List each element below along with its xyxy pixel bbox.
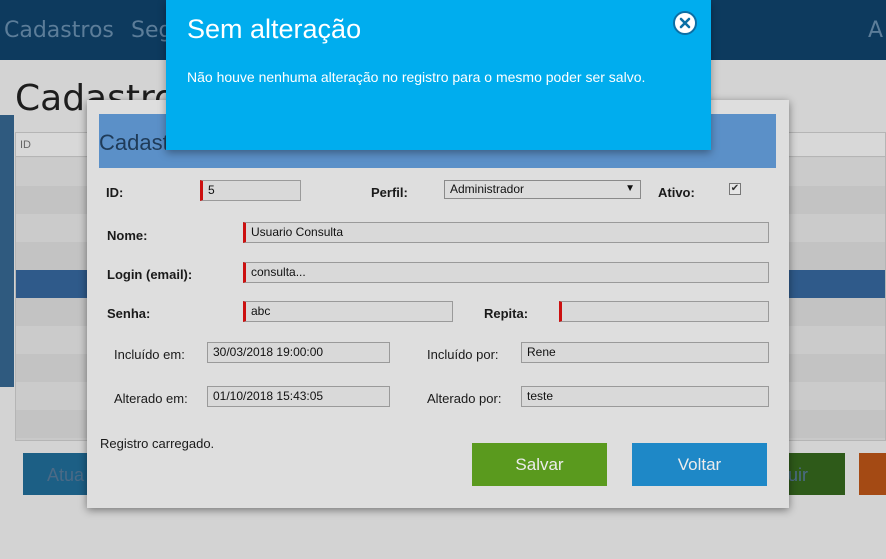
incluido-em-label: Incluído em: <box>114 347 185 362</box>
alert-dialog: Sem alteração Não houve nenhuma alteraçã… <box>166 0 711 150</box>
update-button[interactable]: Atua <box>23 453 93 495</box>
table-header-id: ID <box>20 139 31 151</box>
ativo-label: Ativo: <box>658 185 695 200</box>
id-label: ID: <box>106 185 124 200</box>
status-text: Registro carregado. <box>100 436 215 451</box>
save-button[interactable]: Salvar <box>472 443 607 486</box>
alterado-por-field: teste <box>521 386 769 407</box>
id-field[interactable]: 5 <box>200 180 301 201</box>
alterado-em-label: Alterado em: <box>114 391 188 406</box>
incluido-por-label: Incluído por: <box>427 347 499 362</box>
senha-field[interactable]: abc <box>243 301 453 322</box>
chevron-down-icon: ▼ <box>625 183 635 194</box>
close-icon[interactable] <box>673 11 697 35</box>
repita-field[interactable] <box>559 301 769 322</box>
back-button[interactable]: Voltar <box>632 443 767 486</box>
alert-message: Não houve nenhuma alteração no registro … <box>187 69 646 85</box>
ativo-checkbox[interactable]: ✔ <box>729 183 741 195</box>
login-field[interactable]: consulta... <box>243 262 769 283</box>
nome-label: Nome: <box>107 228 148 243</box>
login-label: Login (email): <box>107 267 193 282</box>
alterado-em-field: 01/10/2018 15:43:05 <box>207 386 390 407</box>
include-button[interactable]: uir <box>786 453 845 495</box>
incluido-por-field: Rene <box>521 342 769 363</box>
nome-field[interactable]: Usuario Consulta <box>243 222 769 243</box>
nav-item-right[interactable]: A <box>868 18 883 43</box>
nav-item-cadastros[interactable]: Cadastros <box>4 18 114 43</box>
left-accent-bar <box>0 115 14 387</box>
alert-title: Sem alteração <box>187 14 362 44</box>
perfil-select[interactable]: Administrador ▼ <box>444 180 641 199</box>
close-x-glyph <box>679 17 691 29</box>
perfil-label: Perfil: <box>371 185 408 200</box>
delete-button[interactable] <box>859 453 886 495</box>
repita-label: Repita: <box>484 306 529 321</box>
user-form-modal: Cadastro de Usuários ID: 5 Perfil: Admin… <box>87 100 789 508</box>
senha-label: Senha: <box>107 306 151 321</box>
incluido-em-field: 30/03/2018 19:00:00 <box>207 342 390 363</box>
alterado-por-label: Alterado por: <box>427 391 502 406</box>
